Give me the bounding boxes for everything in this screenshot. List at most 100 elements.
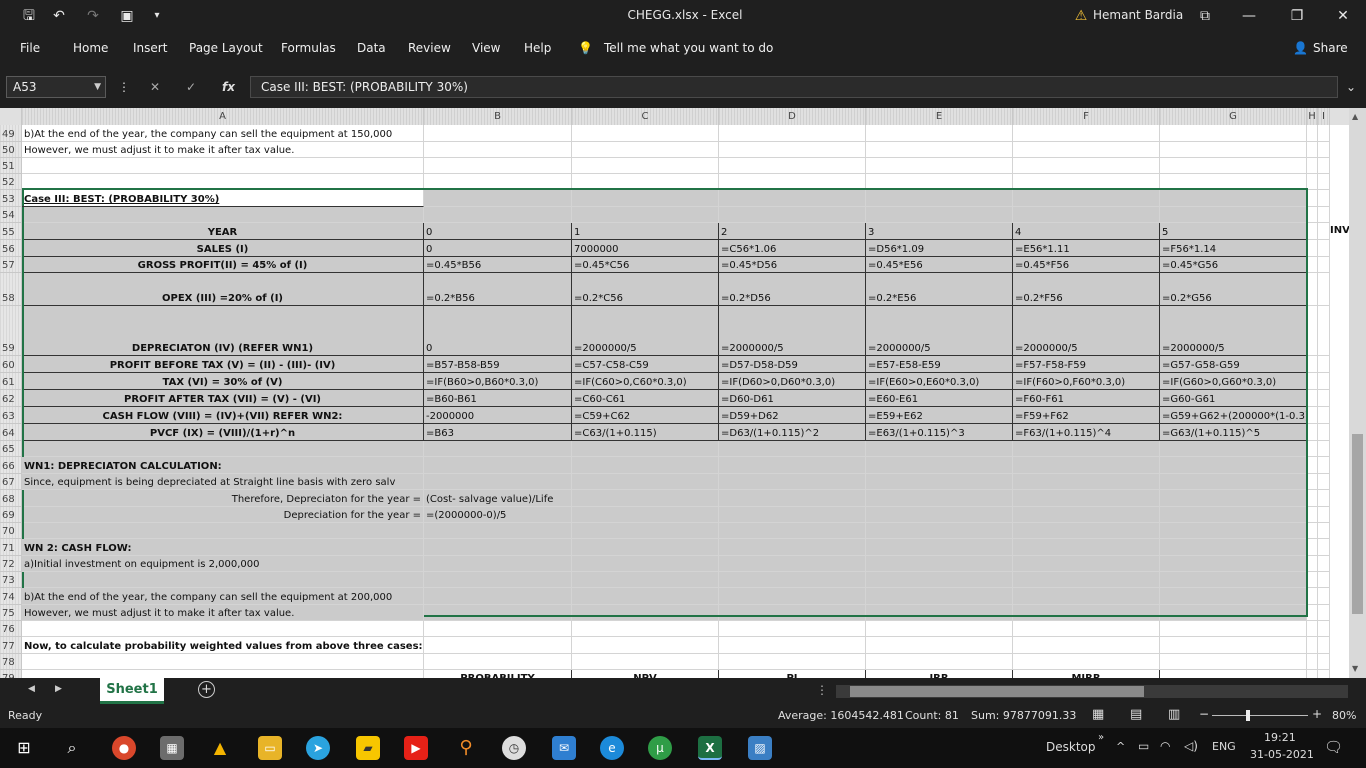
cell[interactable] [866, 457, 1013, 474]
cell[interactable] [1307, 670, 1318, 678]
cell[interactable]: WN1: DEPRECIATON CALCULATION: [22, 457, 424, 474]
zoom-level[interactable]: 80% [1332, 709, 1356, 722]
cell[interactable] [424, 457, 572, 474]
cancel-icon[interactable]: ✕ [150, 80, 160, 94]
share-button[interactable]: Share [1313, 41, 1348, 55]
row-header[interactable]: 57 [0, 257, 22, 273]
tray-up-icon[interactable]: ^ [1116, 740, 1125, 753]
row-header[interactable]: 63 [0, 407, 22, 424]
close-button[interactable]: ✕ [1328, 4, 1358, 28]
mail-icon[interactable]: ✉ [552, 736, 576, 760]
menu-file[interactable]: File [20, 41, 40, 55]
cell[interactable] [424, 474, 572, 490]
scroll-up-icon[interactable]: ▲ [1352, 112, 1358, 121]
cell[interactable]: =IF(F60>0,F60*0.3,0) [1013, 373, 1160, 390]
cell[interactable] [719, 523, 866, 539]
cell[interactable] [1318, 257, 1330, 273]
cell[interactable]: PROBABILITY [424, 670, 572, 678]
cell[interactable]: =G59+G62+(200000*(1-0.3)) [1160, 407, 1307, 424]
cell[interactable] [1160, 457, 1307, 474]
status-average[interactable]: Average: 1604542.481 [778, 709, 904, 722]
row-header[interactable]: 62 [0, 390, 22, 407]
cell[interactable] [1307, 605, 1318, 621]
cell[interactable] [1307, 457, 1318, 474]
cell[interactable]: 0 [424, 223, 572, 240]
menu-help[interactable]: Help [524, 41, 551, 55]
cell[interactable]: =IF(B60>0,B60*0.3,0) [424, 373, 572, 390]
row-header[interactable]: 50 [0, 142, 22, 158]
cell[interactable] [572, 539, 719, 556]
telegram-icon[interactable]: ➤ [306, 736, 330, 760]
cell[interactable]: =2000000/5 [866, 306, 1013, 356]
cell[interactable] [1307, 356, 1318, 373]
cell[interactable] [1318, 507, 1330, 523]
cell[interactable] [1160, 125, 1307, 142]
cell[interactable] [866, 523, 1013, 539]
cell[interactable] [1160, 572, 1307, 588]
cell[interactable]: =E56*1.11 [1013, 240, 1160, 257]
select-all-corner[interactable] [0, 108, 22, 125]
cell[interactable] [719, 539, 866, 556]
cell[interactable]: =0.2*C56 [572, 273, 719, 306]
cell[interactable] [424, 588, 572, 605]
cell[interactable]: DEPRECIATON (IV) (REFER WN1) [22, 306, 424, 356]
cell[interactable] [424, 523, 572, 539]
column-header-f[interactable]: F [1013, 108, 1160, 125]
clock-time[interactable]: 19:21 [1264, 731, 1296, 744]
cell[interactable] [424, 125, 572, 142]
cell[interactable]: a)Initial investment on equipment is 2,0… [22, 556, 424, 572]
cell[interactable] [866, 142, 1013, 158]
cell[interactable]: =D63/(1+0.115)^2 [719, 424, 866, 441]
cell[interactable] [22, 441, 424, 457]
cell[interactable] [719, 556, 866, 572]
row-header[interactable]: 60 [0, 356, 22, 373]
cell[interactable] [1307, 507, 1318, 523]
cell[interactable] [1307, 523, 1318, 539]
cell[interactable]: -2000000 [424, 407, 572, 424]
cell[interactable] [1160, 441, 1307, 457]
cell[interactable]: =0.45*D56 [719, 257, 866, 273]
cell[interactable]: 4 [1013, 223, 1160, 240]
row-header[interactable]: 51 [0, 158, 22, 174]
expand-formula-icon[interactable]: ⌄ [1346, 80, 1356, 94]
menu-view[interactable]: View [472, 41, 500, 55]
cell[interactable]: 0 [424, 240, 572, 257]
cell[interactable]: =D57-D58-D59 [719, 356, 866, 373]
desktop-toolbar[interactable]: Desktop [1046, 740, 1096, 754]
cell[interactable] [1307, 637, 1318, 654]
zoom-out-icon[interactable]: − [1199, 707, 1209, 721]
youtube-icon[interactable]: ▶ [404, 736, 428, 760]
cell[interactable] [424, 637, 572, 654]
cell[interactable] [866, 539, 1013, 556]
cell[interactable] [1307, 373, 1318, 390]
cell[interactable] [1318, 240, 1330, 257]
cell[interactable] [1307, 490, 1318, 507]
cell[interactable]: =E63/(1+0.115)^3 [866, 424, 1013, 441]
cell[interactable] [719, 621, 866, 637]
enter-icon[interactable]: ✓ [186, 80, 196, 94]
cell[interactable] [22, 572, 424, 588]
undo-icon[interactable]: ↶ [50, 7, 68, 25]
cell[interactable] [719, 441, 866, 457]
cell[interactable] [1318, 588, 1330, 605]
cell[interactable] [1013, 539, 1160, 556]
cell[interactable] [572, 523, 719, 539]
cell[interactable] [424, 207, 572, 223]
cell[interactable]: PI [719, 670, 866, 678]
cell[interactable]: =IF(D60>0,D60*0.3,0) [719, 373, 866, 390]
cell[interactable] [719, 190, 866, 207]
cell[interactable] [424, 539, 572, 556]
cell[interactable]: TAX (VI) = 30% of (V) [22, 373, 424, 390]
cell[interactable]: However, we must adjust it to make it af… [22, 605, 424, 621]
cell[interactable]: =D60-D61 [719, 390, 866, 407]
cell[interactable] [719, 572, 866, 588]
cell[interactable] [719, 158, 866, 174]
cell[interactable] [572, 605, 719, 621]
cell[interactable] [1307, 572, 1318, 588]
cell[interactable] [22, 621, 424, 637]
cell[interactable] [866, 474, 1013, 490]
row-header[interactable]: 56 [0, 240, 22, 257]
name-box[interactable]: A53 ▼ [6, 76, 106, 98]
cell[interactable] [1013, 474, 1160, 490]
sticky-notes-icon[interactable]: ▰ [356, 736, 380, 760]
